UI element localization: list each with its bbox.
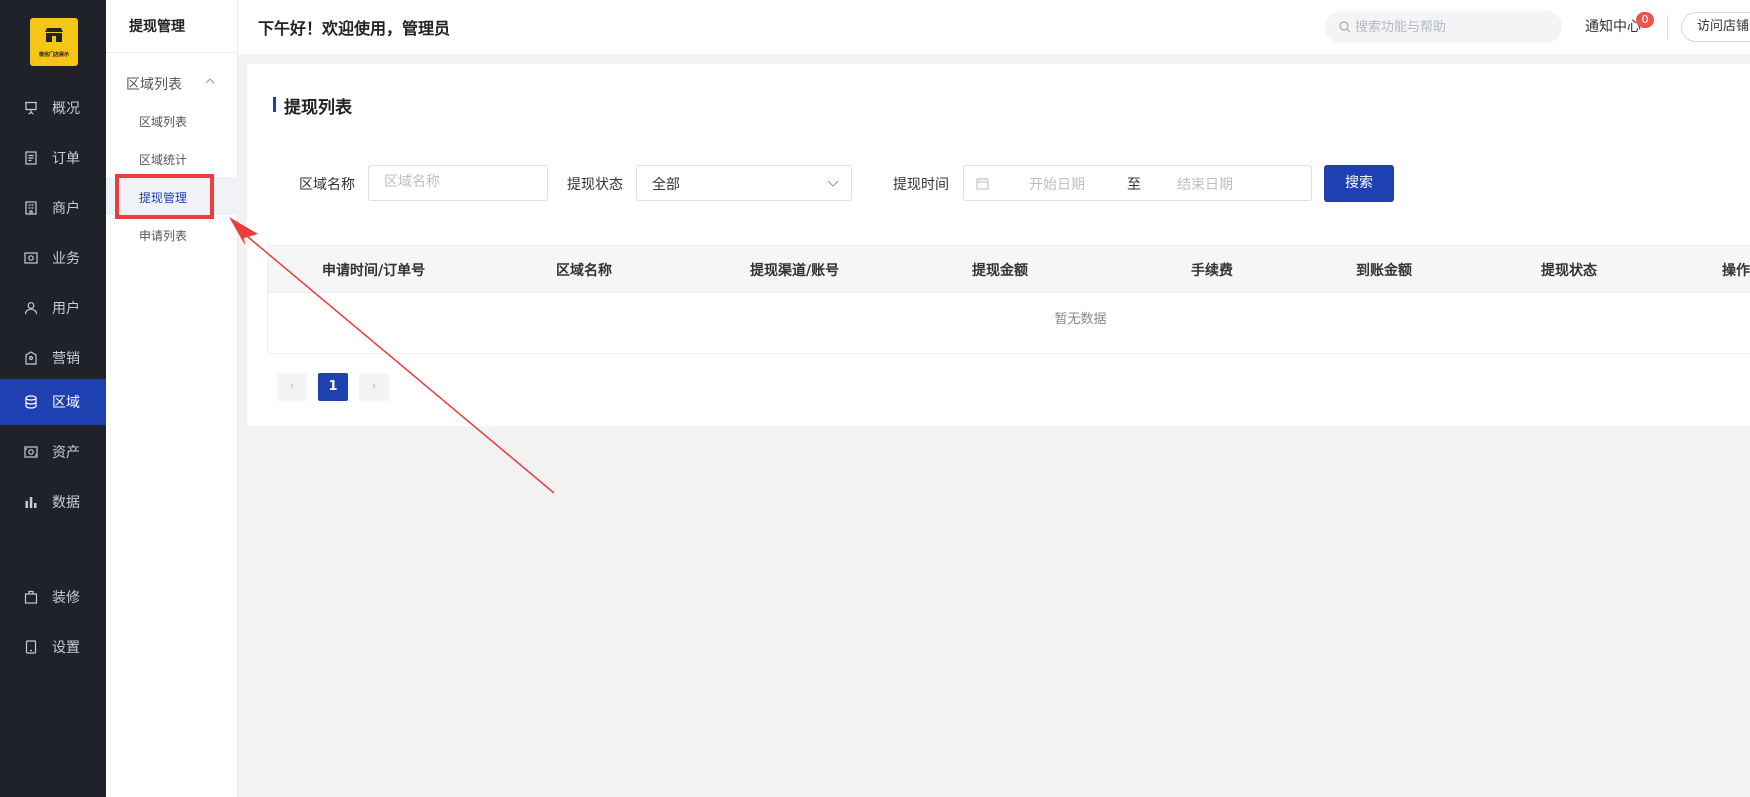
briefcase-icon (24, 590, 38, 604)
title-accent-bar (273, 97, 276, 112)
withdraw-status-select[interactable]: 全部 (636, 165, 852, 201)
end-date-input[interactable]: 结束日期 (1177, 174, 1233, 194)
greeting-text: 下午好！欢迎使用，管理员 (258, 19, 451, 38)
database-icon (24, 395, 38, 409)
nav-item-users[interactable]: 用户 (0, 285, 106, 331)
subnav-item-region-list[interactable]: 区域列表 (139, 113, 187, 130)
nav-label: 装修 (52, 590, 80, 606)
secondary-sidebar: 提现管理 区域列表 区域列表 区域统计 提现管理 申请列表 (106, 0, 238, 797)
logo[interactable]: 微信门店展示 (30, 18, 78, 66)
empty-text: 暂无数据 (1054, 312, 1107, 327)
annotation-highlight-box (115, 174, 214, 219)
column-header: 申请时间/订单号 (322, 263, 426, 279)
tag-bag-icon (24, 351, 38, 365)
nav-label: 订单 (52, 151, 80, 167)
chevron-up-icon[interactable] (205, 78, 215, 84)
building-icon (24, 201, 38, 215)
notification-center-link[interactable]: 通知中心 (1585, 16, 1641, 36)
pagination-next-button[interactable]: › (359, 373, 389, 401)
column-header: 手续费 (1191, 263, 1233, 279)
withdraw-time-label: 提现时间 (893, 177, 949, 193)
withdraw-list-card: 提现列表 区域名称 提现状态 全部 提现时间 开始日期 至 结束日期 搜索 申请… (247, 64, 1750, 426)
main-sidebar: 微信门店展示 概况 订单 商户 业务 用户 营销 区域 资产 数据 装修 设置 (0, 0, 106, 797)
global-search[interactable] (1325, 11, 1562, 43)
nav-label: 业务 (52, 251, 80, 267)
column-header: 提现金额 (972, 263, 1028, 279)
subnav-item-region-stats[interactable]: 区域统计 (139, 151, 187, 168)
subnav-title: 提现管理 (129, 19, 185, 35)
calendar-icon (976, 178, 989, 190)
nav-label: 区域 (52, 395, 80, 411)
nav-label: 用户 (52, 301, 80, 317)
start-date-input[interactable]: 开始日期 (1029, 174, 1085, 194)
select-value: 全部 (652, 177, 680, 193)
nav-item-marketing[interactable]: 营销 (0, 335, 106, 381)
date-range-separator: 至 (1127, 177, 1141, 193)
date-range-picker[interactable]: 开始日期 至 结束日期 (963, 165, 1312, 201)
subnav-group-region-list[interactable]: 区域列表 (126, 74, 182, 94)
subnav-item-application-list[interactable]: 申请列表 (139, 227, 187, 244)
column-header: 提现渠道/账号 (750, 263, 840, 279)
search-input[interactable] (1355, 17, 1545, 37)
column-header: 操作 (1722, 263, 1750, 279)
column-header: 区域名称 (556, 263, 612, 279)
nav-label: 概况 (52, 101, 80, 117)
top-header: 下午好！欢迎使用，管理员 通知中心 0 访问店铺 (238, 0, 1750, 54)
nav-label: 数据 (52, 495, 80, 511)
empty-state: 暂无数据 (268, 308, 1750, 327)
divider (1667, 15, 1668, 39)
presentation-icon (24, 101, 38, 115)
notification-badge: 0 (1636, 12, 1654, 28)
nav-item-overview[interactable]: 概况 (0, 85, 106, 131)
nav-label: 资产 (52, 445, 80, 461)
table-header: 申请时间/订单号 区域名称 提现渠道/账号 提现金额 手续费 到账金额 提现状态… (268, 246, 1750, 293)
region-name-input[interactable] (384, 174, 534, 190)
nav-item-data[interactable]: 数据 (0, 479, 106, 525)
bar-chart-icon (24, 495, 38, 509)
nav-item-settings[interactable]: 设置 (0, 624, 106, 670)
visit-store-button[interactable]: 访问店铺 (1681, 12, 1750, 42)
region-name-label: 区域名称 (299, 177, 355, 193)
nav-item-decoration[interactable]: 装修 (0, 574, 106, 620)
nav-item-region[interactable]: 区域 (0, 379, 106, 425)
document-icon (24, 151, 38, 165)
nav-item-orders[interactable]: 订单 (0, 135, 106, 181)
nav-label: 设置 (52, 640, 80, 656)
user-icon (24, 301, 38, 315)
nav-item-merchants[interactable]: 商户 (0, 185, 106, 231)
pagination-prev-button[interactable]: ‹ (277, 373, 307, 401)
shop-icon (45, 28, 63, 42)
search-button[interactable]: 搜索 (1324, 165, 1394, 202)
withdraw-table: 申请时间/订单号 区域名称 提现渠道/账号 提现金额 手续费 到账金额 提现状态… (267, 245, 1750, 354)
withdraw-status-label: 提现状态 (567, 177, 623, 193)
logo-text: 微信门店展示 (38, 52, 69, 58)
tablet-icon (24, 640, 38, 654)
nav-label: 商户 (52, 201, 80, 217)
divider (106, 52, 238, 53)
pagination-page-1[interactable]: 1 (318, 373, 348, 401)
column-header: 提现状态 (1541, 263, 1597, 279)
nav-item-assets[interactable]: 资产 (0, 429, 106, 475)
column-header: 到账金额 (1356, 263, 1412, 279)
chevron-down-icon (827, 180, 839, 187)
page-title: 提现列表 (284, 98, 352, 118)
region-name-field[interactable] (368, 165, 548, 201)
nav-label: 营销 (52, 351, 80, 367)
money-card-icon (24, 251, 38, 265)
wallet-icon (24, 445, 38, 459)
nav-item-business[interactable]: 业务 (0, 235, 106, 281)
search-icon (1339, 21, 1351, 33)
